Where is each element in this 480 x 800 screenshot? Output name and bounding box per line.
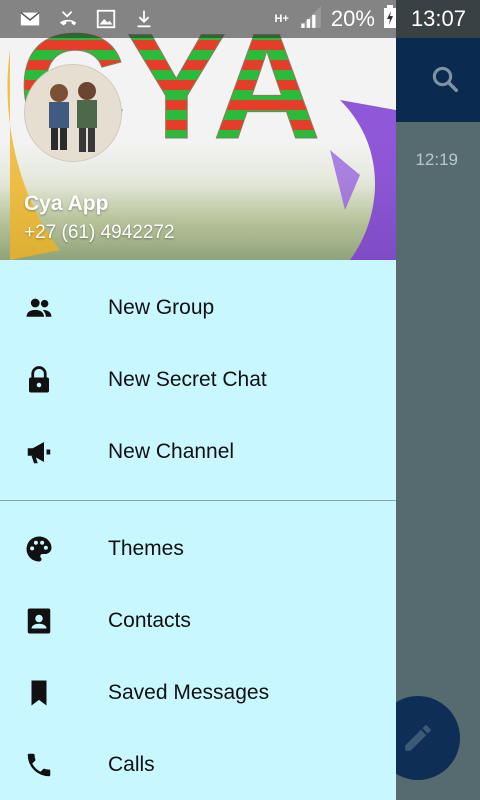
menu-divider [0,500,396,501]
image-icon [94,7,118,31]
bookmark-icon [22,676,56,710]
pencil-icon [405,725,431,751]
download-icon [132,7,156,31]
status-bar: H+ 20% 13:07 [0,0,480,38]
menu-label: Themes [108,537,184,560]
network-type: H+ [274,12,289,25]
group-icon [22,291,56,325]
battery-percent: 20% [330,6,375,31]
menu-item-contacts[interactable]: Contacts [0,585,396,657]
user-name: Cya App [24,192,109,215]
menu-label: Contacts [108,609,191,632]
megaphone-icon [22,435,56,469]
menu-label: New Channel [108,440,235,463]
chat-timestamp: 12:19 [415,150,458,169]
menu-item-calls[interactable]: Calls [0,729,396,800]
menu-label: Saved Messages [108,681,270,704]
missed-call-icon [56,7,80,31]
battery-charging-icon [383,4,397,34]
menu-label: New Secret Chat [108,368,267,391]
search-icon[interactable] [430,64,460,94]
drawer-header[interactable]: CYA Cya App +27 (61) 4942272 [0,0,396,260]
contact-card-icon [22,604,56,638]
avatar-photo [25,65,121,161]
lock-icon [22,363,56,397]
menu-item-themes[interactable]: Themes [0,513,396,585]
phone-icon [22,748,56,782]
menu-item-new-channel[interactable]: New Channel [0,416,396,488]
menu-label: Calls [108,753,155,776]
navigation-drawer: CYA Cya App +27 (61) 4942272 New Group N… [0,0,396,800]
palette-icon [22,532,56,566]
menu-item-new-group[interactable]: New Group [0,272,396,344]
avatar[interactable] [24,64,122,162]
menu-label: New Group [108,296,215,319]
user-phone: +27 (61) 4942272 [24,222,175,243]
mail-icon [18,7,42,31]
signal-icon [297,4,323,35]
menu-item-new-secret-chat[interactable]: New Secret Chat [0,344,396,416]
menu-item-saved-messages[interactable]: Saved Messages [0,657,396,729]
clock: 13:07 [410,6,466,31]
